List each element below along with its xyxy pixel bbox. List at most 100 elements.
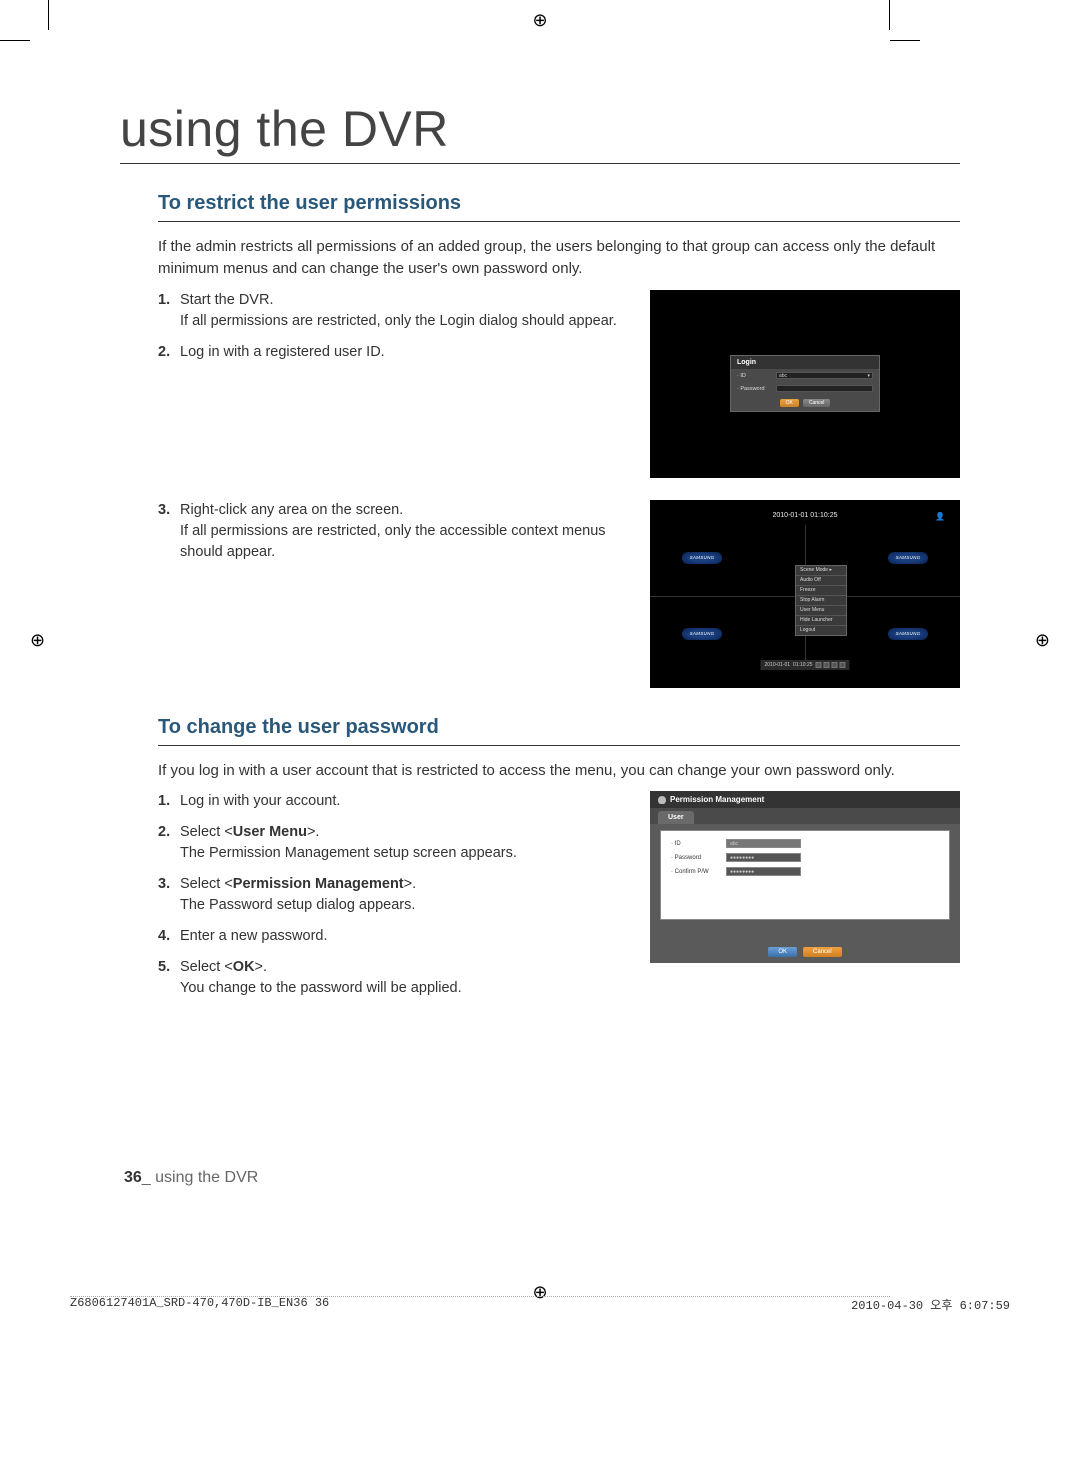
- pm-buttons: OK Cancel: [650, 947, 960, 957]
- section-intro: If the admin restricts all permissions o…: [158, 236, 960, 280]
- step-subtext: The Permission Management setup screen a…: [180, 843, 630, 864]
- login-id-value: abc: [779, 373, 787, 379]
- crop-mark: [0, 40, 30, 41]
- step-item: Select <Permission Management>. The Pass…: [158, 874, 630, 916]
- pm-id-label: · ID: [671, 841, 726, 847]
- samsung-logo: SAMSUNG: [888, 628, 928, 640]
- login-buttons: OK Cancel: [731, 395, 879, 411]
- launcher-icon[interactable]: [816, 662, 822, 668]
- launcher-time: 01:10:25: [793, 662, 812, 668]
- login-pw-label: · Password: [737, 386, 772, 392]
- registration-mark-icon: ⊕: [532, 10, 547, 31]
- launcher-icons: [816, 662, 846, 668]
- context-menu-item[interactable]: Freeze: [796, 586, 846, 596]
- pm-tabs: User: [650, 808, 960, 824]
- step-text: Right-click any area on the screen.: [180, 502, 403, 518]
- crop-mark: [48, 0, 49, 30]
- pm-id-field: abc: [726, 839, 801, 848]
- steps-list: Start the DVR. If all permissions are re…: [158, 290, 630, 373]
- launcher-icon[interactable]: [824, 662, 830, 668]
- section-intro: If you log in with a user account that i…: [158, 760, 960, 782]
- samsung-logo: SAMSUNG: [888, 552, 928, 564]
- screenshot-context-menu: 2010-01-01 01:10:25 👤 SAMSUNG SAMSUNG SA…: [650, 500, 960, 688]
- crop-mark: [889, 0, 890, 30]
- step-text-post: >.: [404, 876, 417, 892]
- step-text: Enter a new password.: [180, 928, 328, 944]
- ok-button[interactable]: OK: [768, 947, 797, 957]
- registration-mark-icon: ⊕: [30, 630, 45, 651]
- section-title-changepw: To change the user password: [158, 716, 960, 746]
- pm-pw-input[interactable]: ●●●●●●●●: [726, 853, 801, 862]
- login-id-label: · ID: [737, 373, 772, 379]
- step-text-pre: Select <: [180, 959, 233, 975]
- context-menu-item[interactable]: Logout: [796, 626, 846, 635]
- page-number: 36: [124, 1169, 142, 1186]
- step-item: Select <OK>. You change to the password …: [158, 957, 630, 999]
- context-menu-item[interactable]: Audio Off: [796, 576, 846, 586]
- step-text: Log in with your account.: [180, 793, 340, 809]
- context-menu-item[interactable]: Stop Alarm: [796, 596, 846, 606]
- launcher-icon[interactable]: [840, 662, 846, 668]
- tab-user[interactable]: User: [658, 811, 694, 824]
- crop-mark: [890, 40, 920, 41]
- page-content: using the DVR To restrict the user permi…: [0, 0, 1080, 1247]
- step-item: Start the DVR. If all permissions are re…: [158, 290, 630, 332]
- launcher-icon[interactable]: [832, 662, 838, 668]
- print-metadata: Z6806127401A_SRD-470,470D-IB_EN36 36 201…: [70, 1296, 1010, 1313]
- samsung-logo: SAMSUNG: [682, 628, 722, 640]
- context-menu-item[interactable]: Scene Mode ▸: [796, 566, 846, 576]
- step-item: Log in with a registered user ID.: [158, 342, 630, 363]
- section-title-restrict: To restrict the user permissions: [158, 192, 960, 222]
- cancel-button[interactable]: Cancel: [803, 947, 842, 957]
- step-text: Log in with a registered user ID.: [180, 344, 385, 360]
- login-dialog-title: Login: [731, 356, 879, 369]
- login-dialog: Login · ID abc ▾ · Password OK Cancel: [730, 355, 880, 412]
- step-bold: Permission Management: [233, 876, 404, 892]
- registration-mark-icon: ⊕: [1035, 630, 1050, 651]
- page-footer: 36_ using the DVR: [124, 1169, 960, 1187]
- step-subtext: If all permissions are restricted, only …: [180, 311, 630, 332]
- step-text-pre: Select <: [180, 876, 233, 892]
- step-subtext: The Password setup dialog appears.: [180, 895, 630, 916]
- step-text-post: >.: [307, 824, 320, 840]
- pm-id-row: · ID abc: [671, 839, 939, 848]
- pm-cpw-input[interactable]: ●●●●●●●●: [726, 867, 801, 876]
- print-timestamp: 2010-04-30 오후 6:07:59: [851, 1296, 1010, 1313]
- page-footer-label: _ using the DVR: [142, 1169, 259, 1186]
- step-text-post: >.: [255, 959, 268, 975]
- pm-cpw-label: · Confirm P/W: [671, 869, 726, 875]
- pm-dialog-title: Permission Management: [650, 791, 960, 808]
- step-bold: OK: [233, 959, 255, 975]
- login-id-select[interactable]: abc ▾: [776, 372, 873, 379]
- pm-pw-label: · Password: [671, 855, 726, 861]
- datetime-text: 2010-01-01 01:10:25: [773, 512, 838, 519]
- chapter-title: using the DVR: [120, 100, 960, 164]
- ok-button[interactable]: OK: [780, 399, 799, 407]
- context-menu-item[interactable]: Hide Launcher: [796, 616, 846, 626]
- context-menu-item[interactable]: User Menu: [796, 606, 846, 616]
- block-changepw: Log in with your account. Select <User M…: [158, 791, 960, 1009]
- context-menu: Scene Mode ▸ Audio Off Freeze Stop Alarm…: [795, 565, 847, 636]
- pm-panel: · ID abc · Password ●●●●●●●● · Confirm P…: [660, 830, 950, 920]
- step-subtext: If all permissions are restricted, only …: [180, 521, 630, 563]
- launcher-date: 2010-01-01: [764, 662, 790, 668]
- pm-pw-row: · Password ●●●●●●●●: [671, 853, 939, 862]
- step-bold: User Menu: [233, 824, 307, 840]
- step-subtext: You change to the password will be appli…: [180, 978, 630, 999]
- step-item: Enter a new password.: [158, 926, 630, 947]
- login-pw-row: · Password: [731, 382, 879, 395]
- login-id-row: · ID abc ▾: [731, 369, 879, 382]
- block-context: Right-click any area on the screen. If a…: [158, 500, 960, 688]
- pm-title-text: Permission Management: [670, 795, 764, 804]
- samsung-logo: SAMSUNG: [682, 552, 722, 564]
- pm-cpw-row: · Confirm P/W ●●●●●●●●: [671, 867, 939, 876]
- cancel-button[interactable]: Cancel: [803, 399, 831, 407]
- screenshot-permission-management: Permission Management User · ID abc · Pa…: [650, 791, 960, 963]
- login-pw-input[interactable]: [776, 385, 873, 392]
- step-item: Log in with your account.: [158, 791, 630, 812]
- launcher-bar: 2010-01-01 01:10:25: [760, 660, 849, 670]
- block-login: Start the DVR. If all permissions are re…: [158, 290, 960, 478]
- step-text-pre: Select <: [180, 824, 233, 840]
- step-item: Select <User Menu>. The Permission Manag…: [158, 822, 630, 864]
- steps-list: Log in with your account. Select <User M…: [158, 791, 630, 1009]
